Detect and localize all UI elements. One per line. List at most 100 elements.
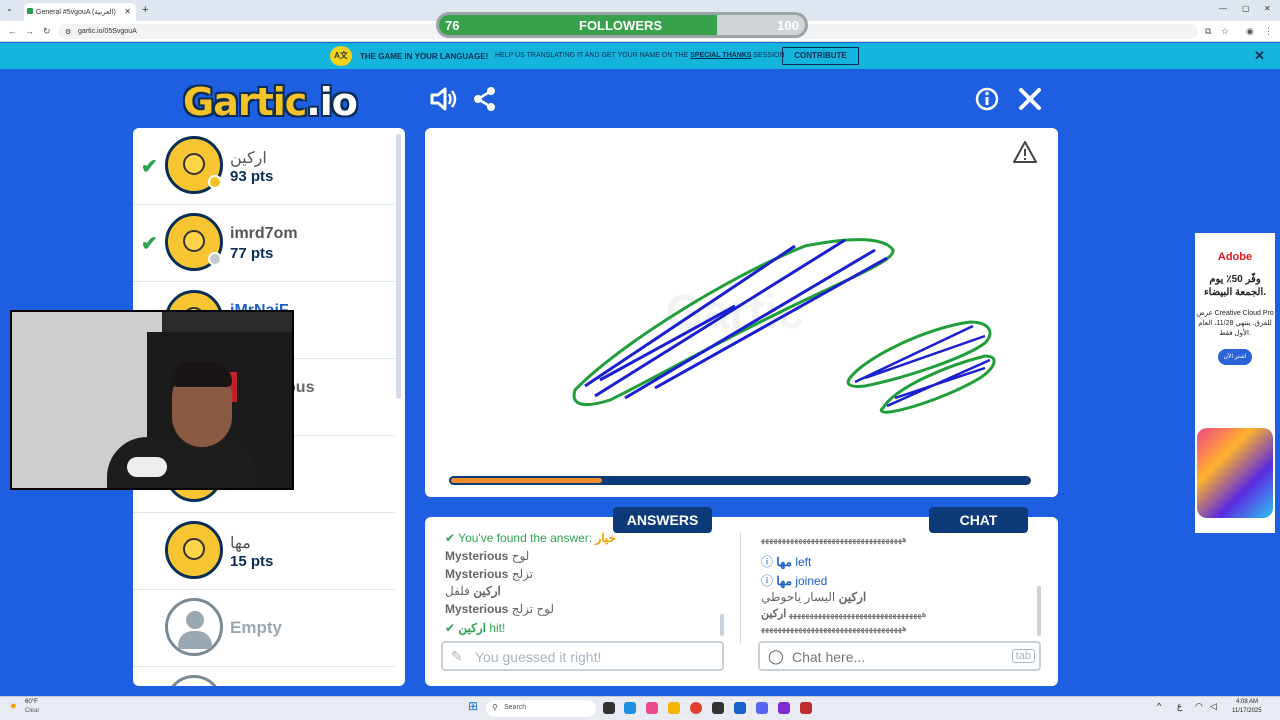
round-timer-fill (451, 478, 603, 483)
exit-icon[interactable] (1018, 87, 1042, 111)
answer-user: اركين (473, 584, 501, 598)
players-scrollbar[interactable] (396, 134, 401, 399)
player-points: 15 pts (230, 553, 274, 570)
chat-bubble-icon: ◯ (768, 648, 784, 664)
chat-line: اركين اليسار ياحوطي (761, 590, 866, 604)
taskbar-search[interactable]: ⚲ Search (486, 700, 596, 717)
answer-user: Mysterious (445, 567, 509, 581)
chat-input[interactable]: ◯ Chat here... tab (758, 641, 1041, 671)
banner-text: HELP US TRANSLATING IT AND GET YOUR NAME… (495, 52, 785, 59)
chat-user: اركين (838, 590, 867, 604)
found-check-icon: ✔ (141, 233, 158, 255)
tab-key-hint: tab (1011, 649, 1035, 663)
clock-date[interactable]: 11/17/2025 (1232, 708, 1262, 714)
explorer-icon[interactable] (668, 702, 680, 714)
close-window-icon[interactable]: ✕ (1264, 4, 1271, 13)
share-icon[interactable] (473, 86, 497, 112)
found-answer-line: ✔ You've found the answer: خيار (445, 531, 616, 545)
tray-chevron-icon[interactable]: ^ (1157, 701, 1161, 711)
discord-icon[interactable] (756, 702, 768, 714)
answer-line: اركين فلفل (445, 584, 501, 598)
chat-input-placeholder: Chat here... (792, 649, 866, 665)
chat-text: joined (795, 574, 828, 588)
player-row[interactable]: ✔ اركين 93 pts (133, 128, 395, 205)
copilot-icon[interactable] (646, 702, 658, 714)
logo-suffix: .io (306, 80, 358, 124)
taskbar-search-icon: ⚲ (492, 703, 498, 712)
logo-main: Gartic (183, 80, 307, 124)
obs-icon[interactable] (778, 702, 790, 714)
tab-search-icon[interactable]: ⌄ (6, 4, 13, 13)
player-row[interactable]: ✔ imrd7om 77 pts (133, 205, 395, 282)
player-name: imrd7om (230, 225, 298, 242)
chat-user: مها (776, 555, 792, 569)
answers-scrollbar[interactable] (720, 614, 724, 636)
answer-line: Mysterious لوح (445, 549, 529, 563)
gartic-logo: Gartic.io (183, 80, 358, 124)
reload-icon[interactable]: ↻ (43, 26, 51, 37)
empty-label: Empty (230, 618, 282, 637)
cast-icon[interactable]: ⧉ (1205, 26, 1211, 37)
tab-chat[interactable]: CHAT (929, 507, 1028, 533)
ad-body: عرض Creative Cloud Pro للفرق. ينتهي 11/2… (1196, 310, 1274, 337)
tab-answers[interactable]: ANSWERS (613, 507, 712, 533)
sound-icon[interactable] (429, 86, 457, 112)
player-points: 77 pts (230, 245, 274, 262)
found-answer-prefix: You've found the answer: (458, 531, 596, 545)
followers-current: 76 (445, 18, 460, 33)
bookmark-star-icon[interactable]: ☆ (1221, 26, 1229, 37)
start-icon[interactable]: ⊞ (468, 699, 478, 713)
drawing-canvas[interactable]: Gartic (425, 128, 1058, 497)
info-icon[interactable] (975, 87, 999, 111)
translate-icon: A文 (330, 46, 352, 66)
menu-icon[interactable]: ⋮ (1264, 26, 1273, 37)
edge-icon[interactable] (624, 702, 636, 714)
banner-headline: THE GAME IN YOUR LANGUAGE! (360, 52, 489, 61)
task-view-icon[interactable] (603, 702, 615, 714)
player-row[interactable]: مها 15 pts (133, 513, 395, 590)
profile-icon[interactable]: ◉ (1246, 26, 1254, 37)
app-icon[interactable] (800, 702, 812, 714)
site-info-icon[interactable]: ⚙ (65, 28, 71, 36)
forward-icon[interactable]: → (25, 26, 34, 36)
chrome-icon[interactable] (690, 702, 702, 714)
minimize-icon[interactable]: — (1219, 4, 1227, 13)
answer-input[interactable]: ✎ You guessed it right! (441, 641, 724, 671)
language-icon[interactable]: ع (1177, 701, 1182, 712)
ad-cta-button[interactable]: اشتر الآن (1218, 349, 1252, 365)
browser-tab[interactable]: General #5vgouA (العربية) ✕ (24, 3, 136, 21)
taskbar-search-label: Search (504, 704, 527, 711)
ad-brand: Adobe (1217, 251, 1253, 263)
avatar (165, 213, 223, 271)
new-tab-button[interactable]: + (142, 4, 148, 16)
hit-text: hit! (489, 621, 506, 635)
webcam-overlay (10, 310, 294, 490)
tab-title: General #5vgouA (العربية) (36, 9, 116, 16)
maximize-icon[interactable]: ▢ (1242, 4, 1250, 13)
clock-time[interactable]: 4:08 AM (1236, 699, 1258, 705)
back-icon[interactable]: ← (8, 26, 17, 36)
panel-divider (740, 532, 741, 644)
player-points: 93 pts (230, 168, 274, 185)
weather-temp: 60°F (25, 699, 38, 705)
volume-icon[interactable]: ◁ (1210, 701, 1217, 712)
banner-close-icon[interactable]: ✕ (1254, 48, 1265, 64)
favicon-icon (27, 8, 33, 14)
chat-text: left (795, 555, 812, 569)
followers-label: FOLLOWERS (579, 18, 663, 33)
app-icon[interactable] (734, 702, 746, 714)
weather-icon[interactable]: ● (10, 700, 17, 712)
chat-scrollbar[interactable] (1037, 586, 1041, 636)
advertisement[interactable]: Adobe وفّر 50٪ يوم الجمعة البيضاء. عرض C… (1195, 233, 1275, 533)
app-icon[interactable] (712, 702, 724, 714)
banner-special-thanks-link[interactable]: SPECIAL THANKS (690, 52, 751, 59)
avatar (165, 521, 223, 579)
report-warning-icon[interactable] (1012, 140, 1038, 164)
wifi-icon[interactable]: ◠ (1195, 701, 1203, 712)
close-tab-icon[interactable]: ✕ (124, 7, 131, 16)
chat-text: اليسار ياحوطي (761, 590, 836, 604)
contribute-button[interactable]: CONTRIBUTE (782, 47, 859, 65)
found-answer-word: خيار (595, 531, 616, 545)
translation-banner: A文 THE GAME IN YOUR LANGUAGE! HELP US TR… (0, 43, 1280, 69)
url-text: gartic.io/05SvgouA (78, 28, 137, 35)
